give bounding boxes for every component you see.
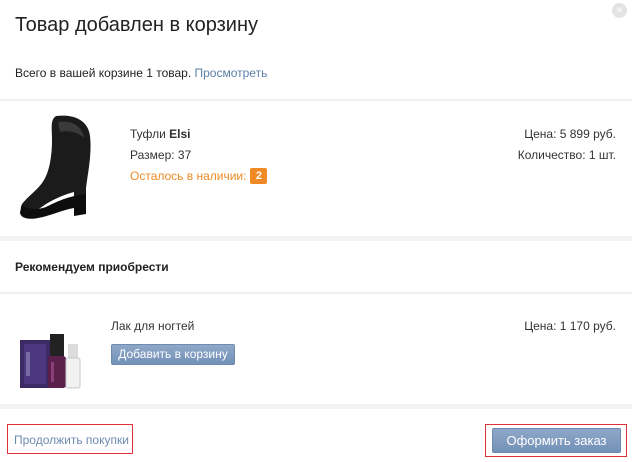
continue-shopping-link[interactable]: Продолжить покупки bbox=[14, 432, 129, 448]
cart-summary: Всего в вашей корзине 1 товар. Просмотре… bbox=[15, 65, 267, 81]
stock-count-badge: 2 bbox=[250, 167, 268, 184]
recommended-item-name: Лак для ногтей bbox=[111, 319, 195, 333]
stock-info: Осталось в наличии: 2 bbox=[130, 166, 268, 187]
close-icon: × bbox=[615, 3, 623, 17]
checkout-button[interactable]: Оформить заказ bbox=[492, 428, 621, 453]
product-price-block: Цена: 5 899 руб. Количество: 1 шт. bbox=[518, 124, 616, 166]
product-name: Туфли Elsi bbox=[130, 127, 191, 141]
divider bbox=[0, 236, 632, 241]
recommend-heading: Рекомендуем приобрести bbox=[15, 260, 169, 274]
dialog-title: Товар добавлен в корзину bbox=[15, 14, 259, 36]
divider bbox=[0, 404, 632, 409]
product-price: Цена: 5 899 руб. bbox=[524, 127, 616, 141]
cart-summary-text: Всего в вашей корзине 1 товар. bbox=[15, 66, 195, 80]
shoe-image bbox=[20, 115, 91, 219]
view-cart-link[interactable]: Просмотреть bbox=[195, 66, 268, 80]
nail-polish-image bbox=[20, 334, 81, 389]
close-button[interactable]: × bbox=[612, 3, 627, 18]
divider bbox=[0, 292, 632, 294]
add-to-cart-dialog: × Товар добавлен в корзину Всего в вашей… bbox=[0, 0, 632, 462]
product-info: Туфли Elsi Размер: 37 Осталось в наличии… bbox=[130, 124, 268, 187]
add-to-cart-button[interactable]: Добавить в корзину bbox=[111, 344, 235, 365]
recommended-item-price: Цена: 1 170 руб. bbox=[524, 319, 616, 333]
product-brand: Elsi bbox=[169, 127, 191, 141]
stock-label: Осталось в наличии: bbox=[130, 169, 247, 183]
product-size: Размер: 37 bbox=[130, 148, 192, 162]
product-quantity: Количество: 1 шт. bbox=[517, 148, 616, 162]
divider bbox=[0, 99, 632, 101]
